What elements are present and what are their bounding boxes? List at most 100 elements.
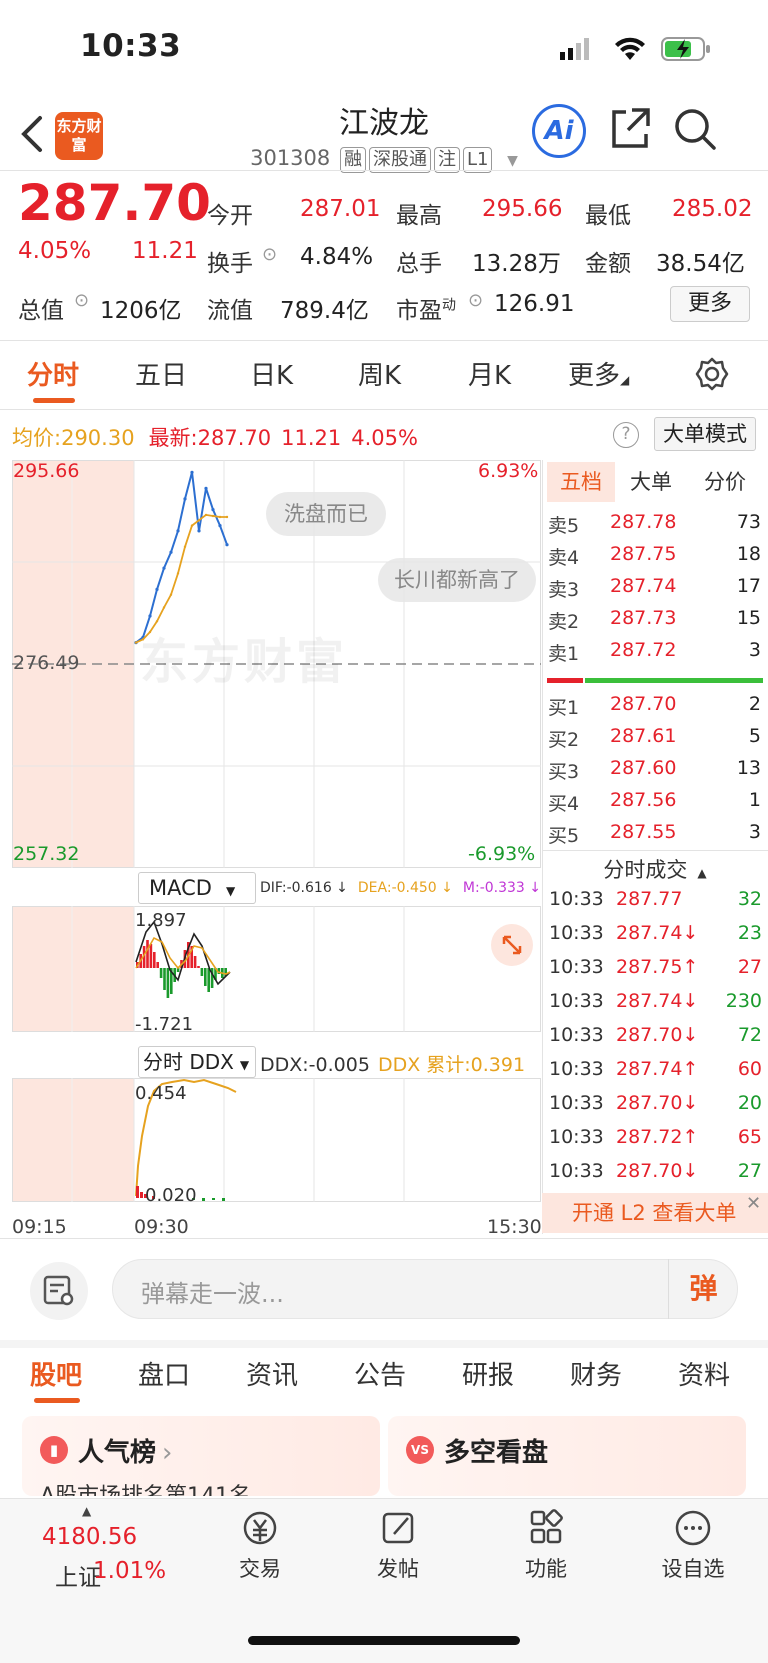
trades-header[interactable]: 分时成交 ▲ — [542, 854, 768, 884]
help-icon[interactable]: ? — [613, 422, 639, 448]
search-icon[interactable] — [672, 106, 718, 156]
subtab-orderbook[interactable]: 盘口 — [138, 1355, 190, 1392]
macd-selector[interactable]: MACD ▼ — [138, 872, 256, 904]
price-point — [225, 543, 229, 547]
nav-post[interactable]: 发帖 — [360, 1508, 436, 1583]
tab-intraday[interactable]: 分时 — [27, 355, 79, 392]
divider — [0, 340, 768, 341]
ask-row: 卖5 287.78 73 — [548, 511, 761, 537]
price-point — [211, 508, 215, 512]
nav-post-label: 发帖 — [377, 1557, 419, 1581]
time-axis-end: 15:30 — [487, 1216, 542, 1238]
open-value: 287.01 — [300, 196, 381, 222]
price-point — [148, 614, 152, 618]
subtab-announcements[interactable]: 公告 — [354, 1355, 406, 1392]
subtab-financials[interactable]: 财务 — [570, 1355, 622, 1392]
low-label: 最低 — [585, 203, 631, 229]
macd-panel — [12, 872, 541, 1042]
nav-trade[interactable]: 交易 — [222, 1508, 298, 1583]
float-label: 流值 — [207, 298, 253, 324]
average-point — [204, 513, 208, 517]
subtab-profile[interactable]: 资料 — [678, 1355, 730, 1392]
last-price: 287.70 — [18, 174, 211, 232]
average-point — [197, 519, 201, 522]
info-icon[interactable]: ⊙ — [262, 244, 277, 265]
change-pct: 4.05% — [18, 238, 92, 264]
macd-bar — [146, 940, 149, 968]
amount-label: 金额 — [585, 251, 631, 277]
macd-bar — [153, 952, 156, 968]
price-point — [169, 550, 173, 554]
ddx-selector[interactable]: 分时 DDX ▼ — [138, 1046, 256, 1078]
trade-row: 10:33 287.70↓ 72 — [549, 1024, 762, 1046]
index-ticker[interactable]: ▲ 4180.56 上证 1.01% — [38, 1504, 166, 1594]
danmu-input[interactable]: 弹幕走一波... — [112, 1259, 738, 1319]
tab-weekly-k[interactable]: 周K — [358, 355, 401, 392]
ask-row: 卖2 287.73 15 — [548, 607, 761, 633]
y-axis-low: 257.32 — [13, 843, 80, 865]
order-book-divider — [542, 460, 543, 1234]
macd-bar — [204, 968, 207, 986]
danmu-settings-icon[interactable] — [30, 1262, 88, 1320]
y-axis-mid: 276.49 — [13, 652, 80, 674]
ob-tab-price-dist[interactable]: 分价 — [704, 462, 746, 502]
ask-row: 卖3 287.74 17 — [548, 575, 761, 601]
stock-code-line[interactable]: 301308 融深股通注 L1 ▼ — [0, 146, 768, 173]
versus-icon: VS — [406, 1436, 434, 1464]
macd-top-label: 1.897 — [135, 910, 187, 931]
macd-bottom-label: -1.721 — [135, 1014, 194, 1035]
subtab-news[interactable]: 资讯 — [246, 1355, 298, 1392]
popularity-title: 人气榜 › — [78, 1438, 173, 1468]
mktcap-label: 总值 — [18, 298, 64, 324]
average-point — [183, 545, 187, 548]
index-value: 4180.56 — [42, 1524, 138, 1550]
subtab-research[interactable]: 研报 — [462, 1355, 514, 1392]
info-icon[interactable]: ⊙ — [74, 290, 89, 311]
edit-icon — [382, 1512, 414, 1544]
l2-upgrade-banner[interactable]: 开通 L2 查看大单 — [542, 1193, 768, 1233]
divider — [0, 409, 768, 410]
trade-row: 10:33 287.70↓ 20 — [549, 1092, 762, 1114]
ddx-bottom-label: 0.020 — [145, 1185, 197, 1206]
pe-label: 市盈动 — [396, 297, 456, 324]
tab-5day[interactable]: 五日 — [135, 355, 187, 392]
turnover-label: 换手 — [207, 251, 253, 277]
share-icon[interactable] — [608, 106, 652, 156]
nav-watchlist[interactable]: 设自选 — [650, 1508, 736, 1583]
ai-button[interactable]: Ai — [532, 104, 586, 158]
tab-more[interactable]: 更多◢ — [568, 355, 629, 392]
close-icon[interactable]: ✕ — [746, 1193, 761, 1214]
send-danmu-button[interactable]: 弹 — [668, 1259, 738, 1319]
ob-tab-level5[interactable]: 五档 — [547, 462, 615, 502]
tab-daily-k[interactable]: 日K — [250, 355, 293, 392]
popularity-card[interactable]: ▮ 人气榜› A股市场排名第141名 — [22, 1416, 380, 1496]
average-point — [162, 606, 166, 609]
info-icon[interactable]: ⊙ — [468, 290, 483, 311]
status-time: 10:33 — [80, 28, 182, 64]
subtab-forum[interactable]: 股吧 — [30, 1355, 82, 1392]
ob-tab-big-orders[interactable]: 大单 — [630, 462, 672, 502]
macd-bar — [163, 968, 166, 990]
nav-trade-label: 交易 — [239, 1557, 281, 1581]
bid-row: 买3 287.60 13 — [548, 757, 761, 783]
macd-bar — [156, 962, 159, 968]
danmu-bubble: 洗盘而已 — [266, 492, 386, 536]
time-axis-open: 09:30 — [134, 1216, 189, 1238]
chart-bar-icon: ▮ — [40, 1436, 68, 1464]
bid-row: 买2 287.61 5 — [548, 725, 761, 751]
big-order-mode-button[interactable]: 大单模式 — [654, 417, 756, 451]
expand-icon[interactable] — [491, 924, 533, 966]
price-point — [183, 497, 187, 501]
nav-functions[interactable]: 功能 — [508, 1508, 584, 1583]
grid-icon — [530, 1509, 563, 1544]
nav-watchlist-label: 设自选 — [661, 1557, 725, 1581]
change-amount: 11.21 — [132, 238, 198, 264]
price-point — [176, 529, 180, 533]
more-button[interactable]: 更多 — [670, 286, 750, 322]
bull-bear-card[interactable]: VS 多空看盘 — [388, 1416, 746, 1496]
ask-row: 卖1 287.72 3 — [548, 639, 761, 665]
settings-icon[interactable] — [694, 356, 730, 396]
bid-row: 买1 287.70 2 — [548, 693, 761, 719]
macd-values: DIF:-0.616 ↓ DEA:-0.450 ↓ M:-0.333 ↓ — [260, 880, 542, 896]
tab-monthly-k[interactable]: 月K — [468, 355, 511, 392]
